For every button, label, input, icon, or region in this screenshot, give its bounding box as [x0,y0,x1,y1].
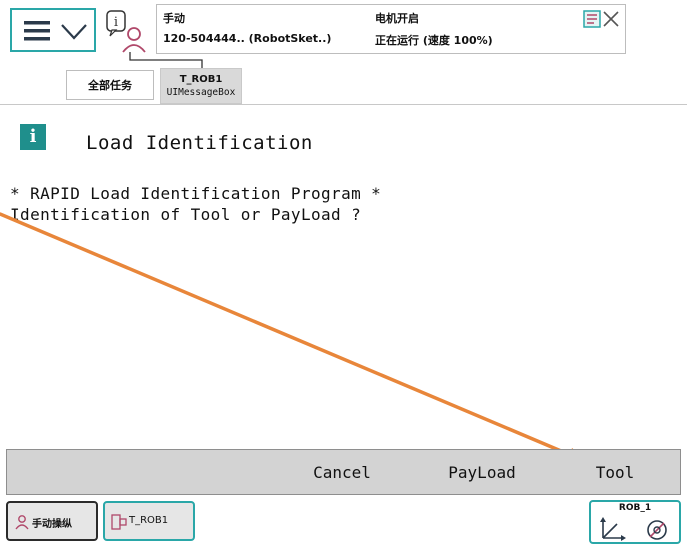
tab-task-module: UIMessageBox [166,87,236,98]
jog-coordinate-icon [600,517,667,541]
cancel-button[interactable]: Cancel [287,450,397,496]
program-icon [111,514,127,530]
operating-mode: 手动 [163,12,185,25]
hamburger-menu-icon [24,21,50,41]
svg-text:i: i [114,15,118,30]
message-line: * RAPID Load Identification Program * [10,184,382,203]
message-person-icon[interactable]: i [104,8,150,54]
tab-connector [129,52,203,68]
controller-name: 120-504444.. (RobotSket..) [163,32,332,45]
taskbar-task[interactable]: T_ROB1 [103,501,195,541]
button-bar: Cancel PayLoad Tool [6,449,681,495]
taskbar-jogging-label: 手动操纵 [32,519,72,530]
status-bar[interactable]: 手动 120-504444.. (RobotSket..) 电机开启 正在运行 … [156,4,626,54]
main-menu-button[interactable] [10,8,96,52]
message-title: Load Identification [86,132,313,154]
tool-button[interactable]: Tool [565,450,665,496]
taskbar-task-label: T_ROB1 [129,515,169,526]
quickset-button[interactable]: ROB_1 [589,500,681,544]
close-window-icon[interactable] [583,10,621,28]
chevron-down-icon [61,24,87,40]
divider [0,104,687,105]
payload-button[interactable]: PayLoad [427,450,537,496]
tab-task[interactable]: T_ROB1 UIMessageBox [160,68,242,104]
tab-task-name: T_ROB1 [179,74,223,85]
run-state: 正在运行 (速度 100%) [375,34,493,47]
motor-state: 电机开启 [375,12,419,25]
tab-all-tasks[interactable]: 全部任务 [66,70,154,100]
taskbar-jogging[interactable]: 手动操纵 [6,501,98,541]
mechanical-unit-label: ROB_1 [618,503,652,513]
info-icon: i [20,124,46,150]
jogging-person-icon [15,515,29,530]
message-line: Identification of Tool or PayLoad ? [10,205,362,224]
